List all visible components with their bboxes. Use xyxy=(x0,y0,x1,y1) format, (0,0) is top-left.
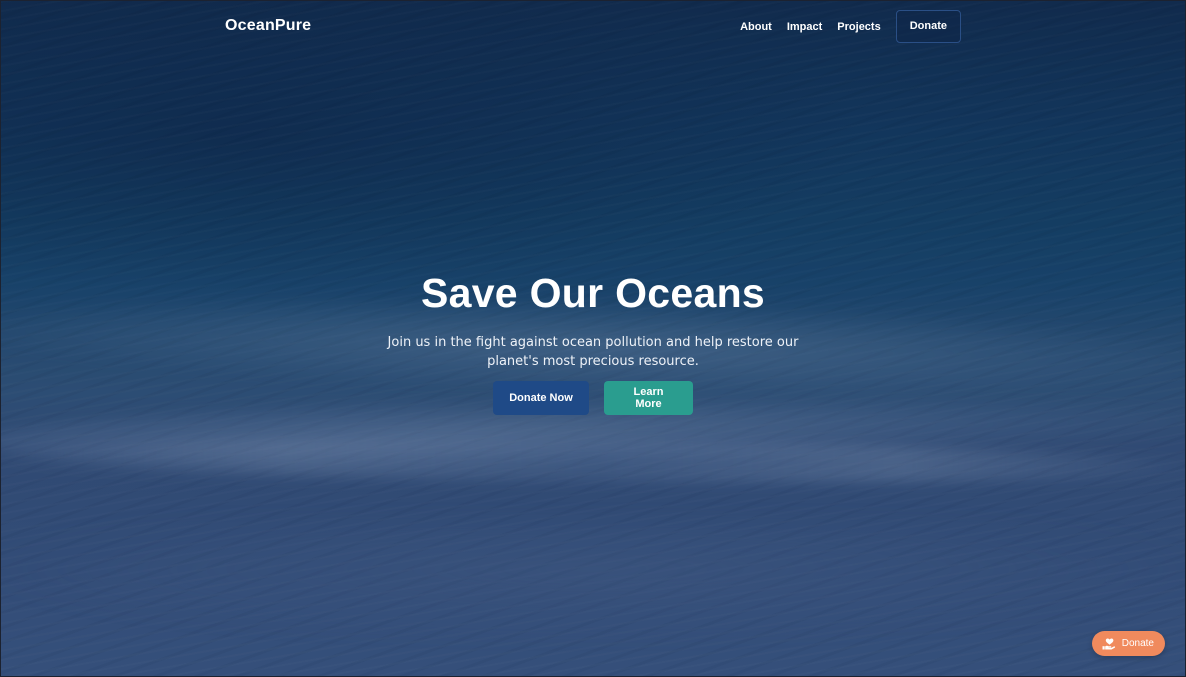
floating-donate-button[interactable]: Donate xyxy=(1091,631,1165,656)
hero-actions: Donate Now Learn More xyxy=(1,381,1185,415)
hand-holding-heart-icon xyxy=(1102,638,1116,650)
nav-link-about[interactable]: About xyxy=(740,21,772,33)
nav-link-projects[interactable]: Projects xyxy=(837,21,880,33)
nav-link-impact[interactable]: Impact xyxy=(787,21,822,33)
brand-logo[interactable]: OceanPure xyxy=(225,17,311,35)
hero-subtitle: Join us in the fight against ocean pollu… xyxy=(387,335,799,369)
navbar: OceanPure About Impact Projects Donate xyxy=(1,1,1185,53)
hero-title: Save Our Oceans xyxy=(420,270,766,316)
page-frame: OceanPure About Impact Projects Donate S… xyxy=(0,0,1186,677)
learn-more-button[interactable]: Learn More xyxy=(604,381,693,415)
donate-now-button[interactable]: Donate Now xyxy=(493,381,589,415)
nav-donate-button[interactable]: Donate xyxy=(895,10,961,43)
nav-links: About Impact Projects Donate xyxy=(740,10,961,43)
hero-section: Save Our Oceans Join us in the fight aga… xyxy=(1,269,1185,415)
floating-donate-label: Donate xyxy=(1121,638,1154,649)
